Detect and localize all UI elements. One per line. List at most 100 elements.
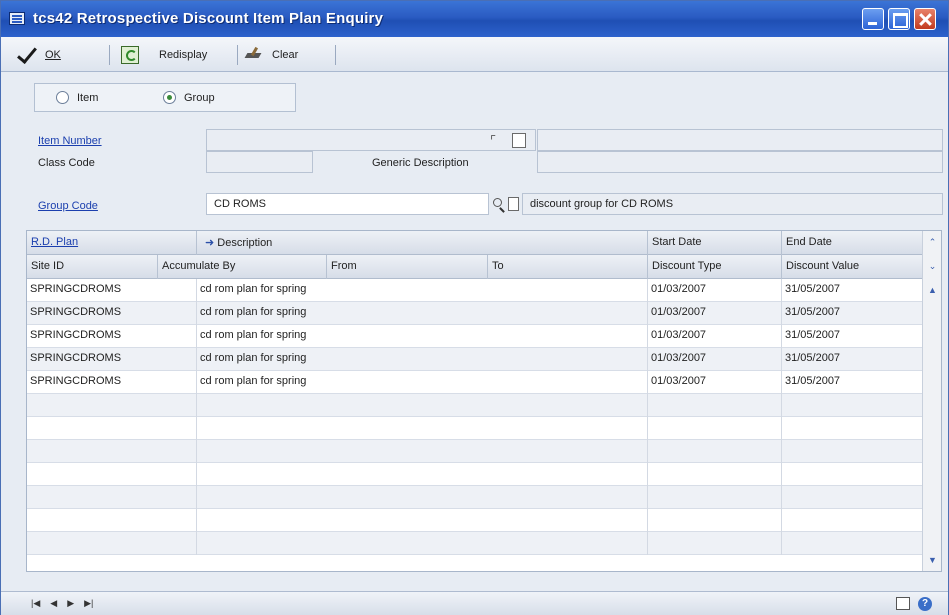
collapse-rows-icon[interactable]: ⌃ <box>925 233 940 251</box>
from-header[interactable]: From <box>327 255 488 279</box>
record-navigator: |◀ ◀ ▶ ▶| <box>31 598 93 609</box>
end-date-header[interactable]: End Date <box>782 231 923 255</box>
table-row[interactable]: SPRINGCDROMS cd rom plan for spring 01/0… <box>27 302 923 325</box>
discount-type-header[interactable]: Discount Type <box>648 255 782 279</box>
maximize-button[interactable] <box>888 8 910 30</box>
app-window: tcs42 Retrospective Discount Item Plan E… <box>0 0 949 615</box>
plan-cell: SPRINGCDROMS <box>27 279 197 302</box>
clear-button[interactable]: Clear <box>244 43 298 67</box>
start-date-cell: 01/03/2007 <box>648 325 782 348</box>
note-icon[interactable] <box>896 597 910 610</box>
description-header[interactable]: ➜ Description <box>197 231 648 255</box>
group-code-input[interactable]: CD ROMS <box>206 193 489 215</box>
check-icon <box>17 45 37 65</box>
group-radio-label: Group <box>184 91 215 104</box>
clear-label: Clear <box>272 49 299 61</box>
help-icon[interactable]: ? <box>918 597 932 611</box>
start-date-cell: 01/03/2007 <box>648 371 782 394</box>
radio-circle-icon <box>56 91 69 104</box>
expand-rows-icon[interactable]: ⌄ <box>925 257 940 275</box>
rd-plan-header[interactable]: R.D. Plan <box>27 231 197 255</box>
group-description-value: discount group for CD ROMS <box>530 198 674 210</box>
ok-button[interactable]: OK <box>17 43 61 67</box>
group-code-link[interactable]: Group Code <box>38 200 98 212</box>
empty-row <box>27 463 923 486</box>
end-date-cell: 31/05/2007 <box>782 371 923 394</box>
status-bar: |◀ ◀ ▶ ▶| ? <box>1 591 948 615</box>
redisplay-button[interactable]: Redisplay <box>121 43 207 67</box>
description-cell: cd rom plan for spring <box>197 325 648 348</box>
lookup-partial-icon[interactable]: ⌜ <box>490 133 504 148</box>
note-icon[interactable] <box>508 197 519 211</box>
plan-grid: R.D. Plan ➜ Description Start Date End D… <box>26 230 942 572</box>
toolbar-separator <box>335 45 336 65</box>
item-number-field[interactable]: ⌜ <box>206 129 536 151</box>
end-date-cell: 31/05/2007 <box>782 325 923 348</box>
lookup-icon[interactable] <box>493 198 502 207</box>
table-row[interactable]: SPRINGCDROMS cd rom plan for spring 01/0… <box>27 348 923 371</box>
table-row[interactable]: SPRINGCDROMS cd rom plan for spring 01/0… <box>27 371 923 394</box>
scroll-up-icon[interactable]: ▲ <box>925 281 940 299</box>
start-date-cell: 01/03/2007 <box>648 279 782 302</box>
generic-description-field <box>537 151 943 173</box>
redisplay-icon <box>121 46 139 64</box>
generic-description-label: Generic Description <box>372 157 469 169</box>
group-radio[interactable]: Group <box>163 91 215 104</box>
discount-value-header[interactable]: Discount Value <box>782 255 923 279</box>
radio-selected-icon <box>163 91 176 104</box>
end-date-cell: 31/05/2007 <box>782 279 923 302</box>
description-cell: cd rom plan for spring <box>197 302 648 325</box>
scroll-down-icon[interactable]: ▼ <box>925 551 940 569</box>
plan-cell: SPRINGCDROMS <box>27 348 197 371</box>
empty-row <box>27 486 923 509</box>
plan-cell: SPRINGCDROMS <box>27 371 197 394</box>
description-cell: cd rom plan for spring <box>197 371 648 394</box>
next-record-icon[interactable]: ▶ <box>67 598 74 609</box>
grid-header-secondary: Site ID Accumulate By From To Discount T… <box>27 255 923 279</box>
item-number-link[interactable]: Item Number <box>38 135 102 147</box>
ok-label: OK <box>45 49 61 61</box>
empty-row <box>27 440 923 463</box>
description-cell: cd rom plan for spring <box>197 348 648 371</box>
sort-arrow-icon: ➜ <box>205 237 218 249</box>
grid-header-primary: R.D. Plan ➜ Description Start Date End D… <box>27 231 923 255</box>
item-radio-label: Item <box>77 91 99 104</box>
eraser-icon <box>244 47 264 63</box>
note-icon[interactable] <box>512 133 526 148</box>
last-record-icon[interactable]: ▶| <box>84 598 93 609</box>
description-cell: cd rom plan for spring <box>197 279 648 302</box>
accumulate-by-header[interactable]: Accumulate By <box>158 255 327 279</box>
redisplay-label: Redisplay <box>159 49 208 61</box>
empty-row <box>27 509 923 532</box>
site-id-header[interactable]: Site ID <box>27 255 158 279</box>
group-code-value: CD ROMS <box>214 198 266 210</box>
description-header-label: Description <box>217 237 273 249</box>
class-code-label: Class Code <box>38 157 95 169</box>
toolbar-separator <box>109 45 110 65</box>
class-code-field[interactable] <box>206 151 313 173</box>
table-row[interactable]: SPRINGCDROMS cd rom plan for spring 01/0… <box>27 279 923 302</box>
toolbar-separator <box>237 45 238 65</box>
title-bar: tcs42 Retrospective Discount Item Plan E… <box>1 1 948 37</box>
grid-scrollbar[interactable]: ⌃ ⌄ ▲ ▼ <box>922 231 941 571</box>
window-app-icon <box>9 12 25 25</box>
previous-record-icon[interactable]: ◀ <box>50 598 57 609</box>
plan-cell: SPRINGCDROMS <box>27 302 197 325</box>
end-date-cell: 31/05/2007 <box>782 302 923 325</box>
start-date-cell: 01/03/2007 <box>648 302 782 325</box>
item-description-field <box>537 129 943 151</box>
item-group-selector: Item Group <box>34 83 296 112</box>
empty-row <box>27 394 923 417</box>
table-row[interactable]: SPRINGCDROMS cd rom plan for spring 01/0… <box>27 325 923 348</box>
empty-row <box>27 417 923 440</box>
start-date-header[interactable]: Start Date <box>648 231 782 255</box>
empty-row <box>27 532 923 555</box>
first-record-icon[interactable]: |◀ <box>31 598 40 609</box>
close-button[interactable] <box>914 8 936 30</box>
item-radio[interactable]: Item <box>56 91 98 104</box>
end-date-cell: 31/05/2007 <box>782 348 923 371</box>
group-description-field: discount group for CD ROMS <box>522 193 943 215</box>
minimize-button[interactable] <box>862 8 884 30</box>
start-date-cell: 01/03/2007 <box>648 348 782 371</box>
to-header[interactable]: To <box>488 255 648 279</box>
